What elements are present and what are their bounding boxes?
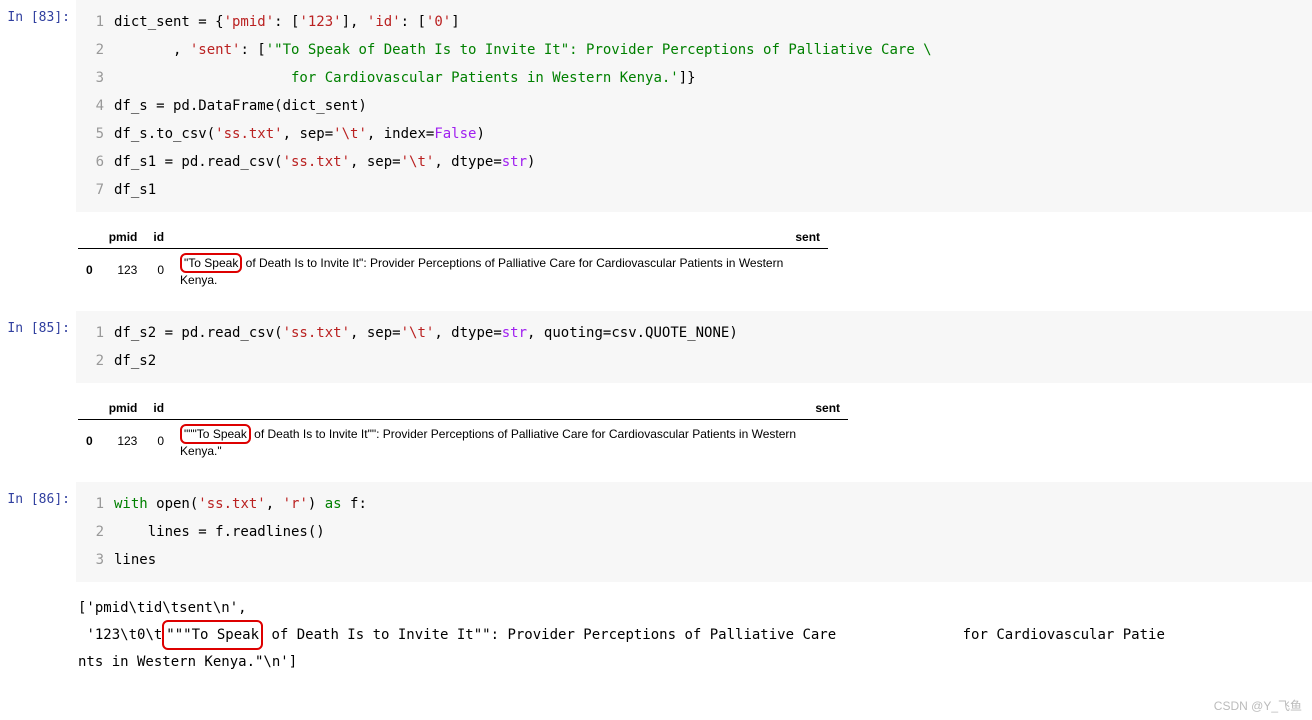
col-id: id — [145, 397, 172, 420]
col-pmid: pmid — [101, 226, 146, 249]
dataframe-output-2: pmid id sent 0 123 0 """To Speak of Deat… — [78, 397, 848, 462]
sent-value: """To Speak of Death Is to Invite It"": … — [172, 420, 848, 463]
output-86: ['pmid\tid\tsent\n', '123\t0\t"""To Spea… — [70, 586, 1312, 694]
col-id: id — [145, 226, 172, 249]
cell-83: In [83]: 1dict_sent = {'pmid': ['123'], … — [0, 0, 1312, 216]
code-input-86[interactable]: 1with open('ss.txt', 'r') as f: 2 lines … — [76, 482, 1312, 582]
cell-86: In [86]: 1with open('ss.txt', 'r') as f:… — [0, 482, 1312, 586]
col-pmid: pmid — [101, 397, 146, 420]
pmid-value: 123 — [101, 420, 146, 463]
row-index: 0 — [78, 420, 101, 463]
col-sent: sent — [172, 397, 848, 420]
col-sent: sent — [172, 226, 828, 249]
highlight-box-2: """To Speak — [180, 424, 251, 444]
highlight-box-1: "To Speak — [180, 253, 242, 273]
id-value: 0 — [145, 420, 172, 463]
watermark: CSDN @Y_飞鱼 — [1214, 697, 1302, 714]
highlight-box-3: """To Speak — [162, 620, 263, 650]
dataframe-output-1: pmid id sent 0 123 0 "To Speak of Death … — [78, 226, 828, 291]
row-index: 0 — [78, 249, 101, 292]
prompt-86: In [86]: — [0, 482, 76, 586]
id-value: 0 — [145, 249, 172, 292]
pmid-value: 123 — [101, 249, 146, 292]
prompt-85: In [85]: — [0, 311, 76, 387]
sent-value: "To Speak of Death Is to Invite It": Pro… — [172, 249, 828, 292]
code-input-85[interactable]: 1df_s2 = pd.read_csv('ss.txt', sep='\t',… — [76, 311, 1312, 383]
cell-85: In [85]: 1df_s2 = pd.read_csv('ss.txt', … — [0, 311, 1312, 387]
prompt-83: In [83]: — [0, 0, 76, 216]
output-85: pmid id sent 0 123 0 """To Speak of Deat… — [70, 387, 1312, 482]
output-83: pmid id sent 0 123 0 "To Speak of Death … — [70, 216, 1312, 311]
code-input-83[interactable]: 1dict_sent = {'pmid': ['123'], 'id': ['0… — [76, 0, 1312, 212]
